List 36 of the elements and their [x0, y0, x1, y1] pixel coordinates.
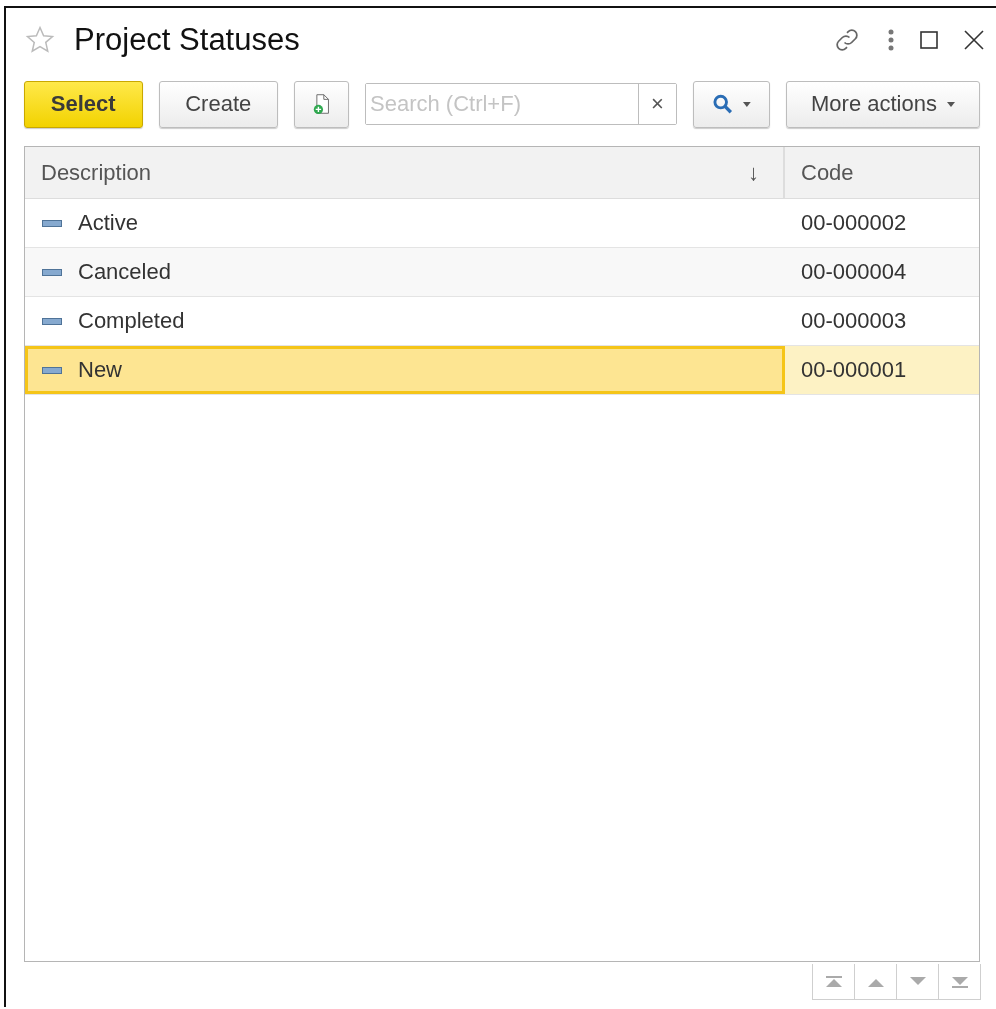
- table-row[interactable]: Canceled 00-000004: [25, 248, 979, 297]
- maximize-icon[interactable]: [920, 31, 938, 49]
- table-cell: Canceled: [78, 259, 171, 285]
- create-copy-button[interactable]: [294, 80, 349, 128]
- more-icon[interactable]: [888, 29, 894, 51]
- first-button[interactable]: [812, 964, 855, 1000]
- more-actions-button[interactable]: More actions: [786, 80, 980, 128]
- table-cell: Completed: [78, 308, 185, 334]
- window-title: Project Statuses: [74, 22, 301, 58]
- item-icon: [42, 317, 62, 325]
- clear-search-button[interactable]: ×: [638, 84, 676, 124]
- star-icon[interactable]: [24, 25, 56, 55]
- close-icon[interactable]: [964, 30, 984, 50]
- item-icon: [42, 366, 62, 374]
- search-options-button[interactable]: [693, 80, 770, 128]
- last-arrow-icon: [949, 974, 970, 989]
- item-icon: [42, 219, 62, 227]
- table-cell: 00-000004: [801, 259, 907, 285]
- sort-indicator: ↓: [748, 159, 759, 186]
- table-cell: New: [78, 357, 122, 383]
- select-button[interactable]: Select: [24, 80, 143, 128]
- search-field[interactable]: Search (Ctrl+F) ×: [365, 83, 677, 125]
- caret-icon: [743, 101, 751, 107]
- column-header[interactable]: Code: [785, 147, 979, 199]
- search-icon: [712, 93, 734, 115]
- item-icon: [42, 268, 62, 276]
- first-arrow-icon: [823, 974, 844, 989]
- table-cell: 00-000001: [801, 357, 907, 383]
- table-row[interactable]: New 00-000001: [25, 346, 979, 395]
- table-cell: 00-000002: [801, 210, 907, 236]
- table-cell: Active: [78, 210, 138, 236]
- table-cell: 00-000003: [801, 308, 907, 334]
- caret-icon: [946, 101, 955, 107]
- create-button[interactable]: Create: [158, 80, 278, 128]
- column-header[interactable]: Description ↓: [25, 147, 785, 199]
- last-button[interactable]: [938, 964, 981, 1000]
